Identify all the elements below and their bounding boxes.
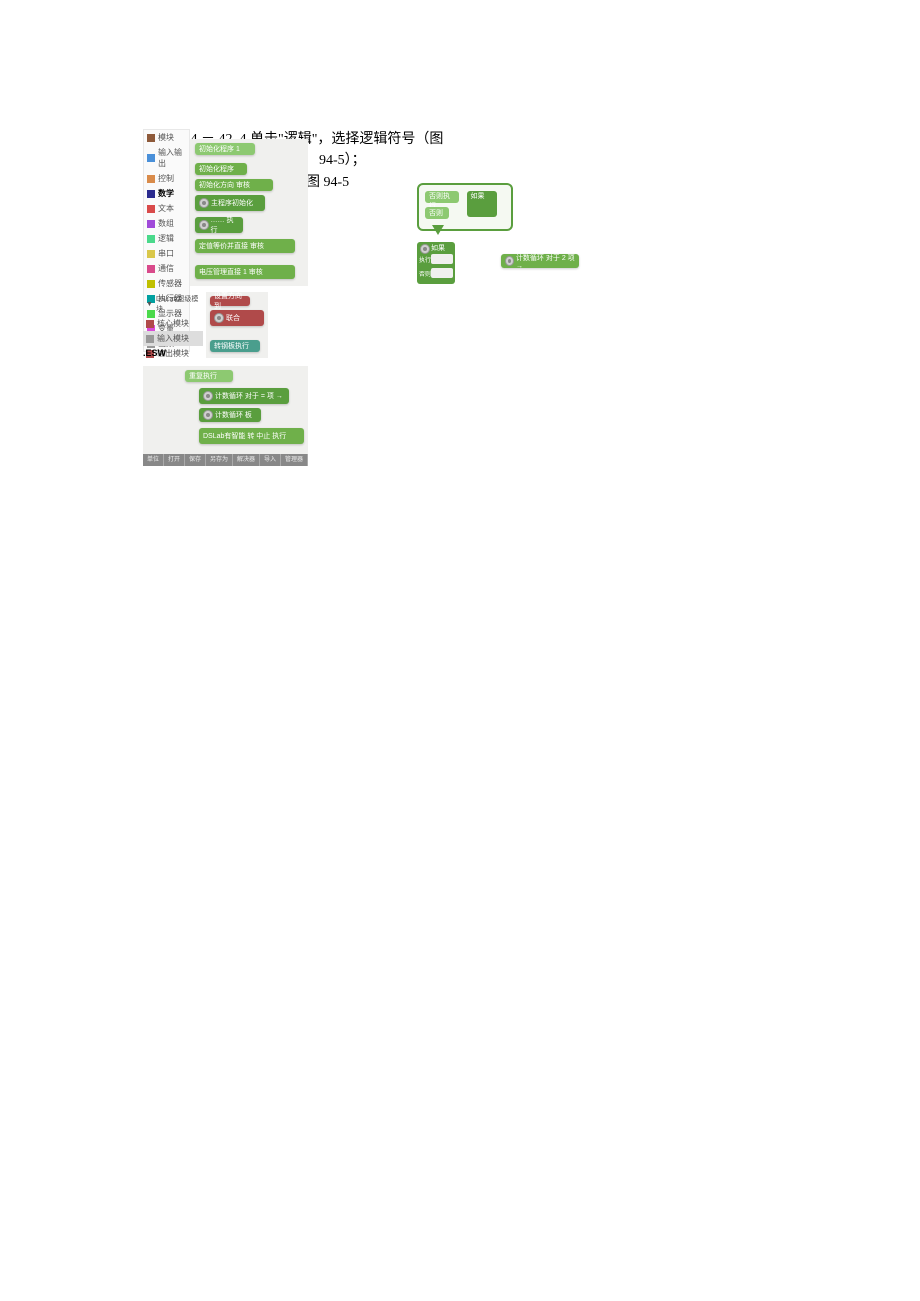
popup-block-else-exec[interactable]: 否则执行 [425,191,459,203]
esw-label: .ESW [143,348,166,358]
gear-icon [505,256,514,266]
block-flyout-2: 设置方向到 联合 转钢板执行 [206,292,268,358]
toolbar-btn[interactable]: 打开 [164,454,185,466]
gear-icon [199,220,209,230]
sidebar-item[interactable]: 文本 [144,201,189,216]
sidebar-item[interactable]: 数组 [144,216,189,231]
toolbar-btn[interactable]: 另存为 [206,454,233,466]
block-init[interactable]: 初始化程序 1 [195,143,255,155]
if-slot [431,254,453,264]
gear-icon [214,313,224,323]
block-flyout-3: 重复执行 计数循环 对于 = 项 → 计数循环 板 DSLab有智能 转 中止 … [143,366,308,454]
sidebar-item[interactable]: 传感器 [144,276,189,291]
then-label: 执行 [419,255,431,264]
block-count-loop[interactable]: 计数循环 对于 = 项 → [199,388,289,404]
if-label: 如果 [431,243,445,253]
sidebar-item[interactable]: 通信 [144,261,189,276]
toolbar-btn[interactable]: 单位 [143,454,164,466]
caption-94-5: 图 94-5 [306,171,349,191]
toolbar-btn[interactable]: 保存 [185,454,206,466]
block-count-board[interactable]: 计数循环 板 [199,408,261,422]
count-loop-block-right[interactable]: 计数循环 对于 2 项 → [501,254,579,268]
sub-item[interactable]: 核心模块 [143,316,203,331]
block-flyout-1: 初始化程序 1 初始化程序 初始化方向 审核 主程序初始化 …… 执行 定值等价… [190,139,308,286]
sub-header[interactable]: ▼ DSLab超级模块 [143,292,203,316]
sidebar-item[interactable]: 控制 [144,171,189,186]
page-root: 图 94 － 42. 4 单击"逻辑"，选择逻辑符号（图 94-5）； 图 94… [0,0,920,1301]
sidebar-item[interactable]: 输入输出 [144,145,189,171]
gear-icon [203,410,213,420]
block-rotate[interactable]: 转钢板执行 [210,340,260,352]
block-fixed-val[interactable]: 定值等价并直接 审核 [195,239,295,253]
block-union[interactable]: 联合 [210,310,264,326]
block-voltage[interactable]: 电压管理直接 1 审核 [195,265,295,279]
block-set-dir[interactable]: 设置方向到 [210,296,250,306]
block-dslab-smart[interactable]: DSLab有智能 转 中止 执行 [199,428,304,444]
toolbar-btn[interactable]: 管理器 [281,454,308,466]
sidebar-item[interactable]: 模块 [144,130,189,145]
sidebar-item[interactable]: 串口 [144,246,189,261]
sub-item-selected[interactable]: 输入模块 [143,331,203,346]
toolbar-btn[interactable]: 导入 [260,454,281,466]
sidebar-item[interactable]: 逻辑 [144,231,189,246]
else-label: 否则 [419,269,431,278]
block-repeat[interactable]: 重复执行 [185,370,233,382]
gear-icon [203,391,213,401]
block-main-init[interactable]: 主程序初始化 [195,195,265,211]
gear-icon [199,198,209,208]
popup-tail-icon [432,225,444,235]
popup-block-if[interactable]: 如果 [467,191,497,217]
logic-popup: 否则执行 如果 否则 [417,183,513,231]
caption-94-5-end: 94-5）； [319,149,366,169]
block-init2[interactable]: 初始化程序 [195,163,247,175]
sidebar-item[interactable]: 数学 [144,186,189,201]
block-init-dir[interactable]: 初始化方向 审核 [195,179,273,191]
else-slot [431,268,453,278]
popup-block-else[interactable]: 否则 [425,207,449,219]
block-exec[interactable]: …… 执行 [195,217,243,233]
toolbar-btn[interactable]: 解决器 [233,454,260,466]
logic-if-else-block[interactable]: 如果 执行 否则 [417,242,455,284]
bottom-toolbar: 单位 打开 保存 另存为 解决器 导入 管理器 [143,454,308,466]
